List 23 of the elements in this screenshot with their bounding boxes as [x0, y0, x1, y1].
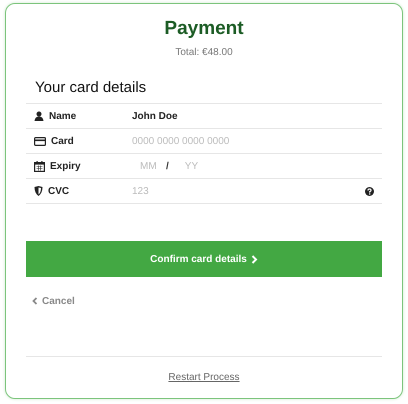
restart-link[interactable]: Restart Process [168, 372, 240, 383]
field-label: CVC [48, 186, 70, 196]
year-field[interactable]: YY [184, 160, 207, 172]
card-number-field[interactable]: 0000 0000 0000 0000 [132, 136, 374, 146]
page-title: Payment [163, 18, 245, 40]
name-field[interactable]: John Doe [132, 110, 374, 122]
field-label: Card [51, 136, 74, 146]
confirm-button[interactable]: Confirm card details [26, 241, 382, 277]
field-label: Name [49, 110, 76, 122]
field-label: Expiry [50, 160, 81, 172]
cancel-link[interactable]: Cancel [32, 296, 75, 306]
section-title: Your card details [35, 79, 148, 96]
month-field[interactable]: MM [140, 160, 162, 172]
total-amount: Total: €48.00 [174, 47, 234, 58]
calendar-icon [34, 160, 45, 172]
chevron-right-icon [250, 254, 258, 264]
chevron-left-icon [32, 297, 38, 305]
user-icon [34, 111, 44, 121]
cvc-field[interactable]: 123 [132, 186, 365, 196]
credit-card-icon [34, 136, 46, 146]
date-separator: / [166, 160, 169, 172]
help-icon[interactable] [365, 186, 374, 196]
shield-icon [34, 186, 43, 196]
